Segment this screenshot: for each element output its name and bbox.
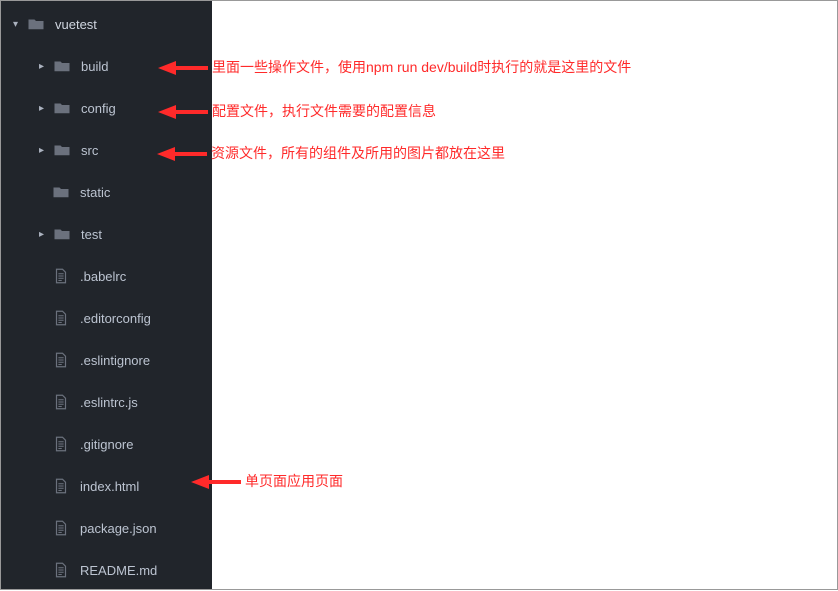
folder-icon <box>53 99 71 117</box>
annotation-text: 里面一些操作文件，使用npm run dev/build时执行的就是这里的文件 <box>212 57 631 77</box>
tree-item-gitignore[interactable]: .gitignore <box>1 423 212 465</box>
chevron-right-icon <box>39 145 49 156</box>
annotation-text: 配置文件，执行文件需要的配置信息 <box>212 101 436 121</box>
tree-item-package-json[interactable]: package.json <box>1 507 212 549</box>
tree-item-label: .gitignore <box>80 437 133 452</box>
chevron-right-icon <box>39 103 49 114</box>
tree-item-label: .babelrc <box>80 269 126 284</box>
chevron-down-icon <box>13 19 23 30</box>
folder-icon <box>53 225 71 243</box>
file-tree-sidebar: vuetest build config src static test .ba… <box>1 1 212 589</box>
tree-item-label: build <box>81 59 108 74</box>
tree-item-label: .editorconfig <box>80 311 151 326</box>
file-icon <box>52 393 70 411</box>
tree-item-index-html[interactable]: index.html <box>1 465 212 507</box>
tree-item-label: README.md <box>80 563 157 578</box>
tree-item-label: src <box>81 143 98 158</box>
tree-item-label: .eslintignore <box>80 353 150 368</box>
tree-item-static[interactable]: static <box>1 171 212 213</box>
tree-item-label: package.json <box>80 521 157 536</box>
tree-item-eslintignore[interactable]: .eslintignore <box>1 339 212 381</box>
folder-icon <box>52 183 70 201</box>
file-icon <box>52 519 70 537</box>
file-icon <box>52 351 70 369</box>
tree-item-label: static <box>80 185 110 200</box>
folder-icon <box>53 57 71 75</box>
folder-icon <box>53 141 71 159</box>
file-icon <box>52 477 70 495</box>
tree-item-label: .eslintrc.js <box>80 395 138 410</box>
tree-item-readme[interactable]: README.md <box>1 549 212 591</box>
tree-item-config[interactable]: config <box>1 87 212 129</box>
tree-item-babelrc[interactable]: .babelrc <box>1 255 212 297</box>
file-icon <box>52 435 70 453</box>
chevron-right-icon <box>39 61 49 72</box>
tree-root-label: vuetest <box>55 17 97 32</box>
tree-item-editorconfig[interactable]: .editorconfig <box>1 297 212 339</box>
tree-root[interactable]: vuetest <box>1 3 212 45</box>
tree-item-label: index.html <box>80 479 139 494</box>
annotation-text: 资源文件，所有的组件及所用的图片都放在这里 <box>211 143 505 163</box>
folder-icon <box>27 15 45 33</box>
annotation-text: 单页面应用页面 <box>245 471 343 491</box>
annotation-index: 单页面应用页面 <box>191 471 343 491</box>
tree-item-test[interactable]: test <box>1 213 212 255</box>
tree-item-eslintrc[interactable]: .eslintrc.js <box>1 381 212 423</box>
file-icon <box>52 309 70 327</box>
tree-item-src[interactable]: src <box>1 129 212 171</box>
tree-item-label: config <box>81 101 116 116</box>
tree-item-label: test <box>81 227 102 242</box>
file-icon <box>52 267 70 285</box>
chevron-right-icon <box>39 229 49 240</box>
file-icon <box>52 561 70 579</box>
tree-item-build[interactable]: build <box>1 45 212 87</box>
annotation-build: 里面一些操作文件，使用npm run dev/build时执行的就是这里的文件 <box>158 57 631 77</box>
